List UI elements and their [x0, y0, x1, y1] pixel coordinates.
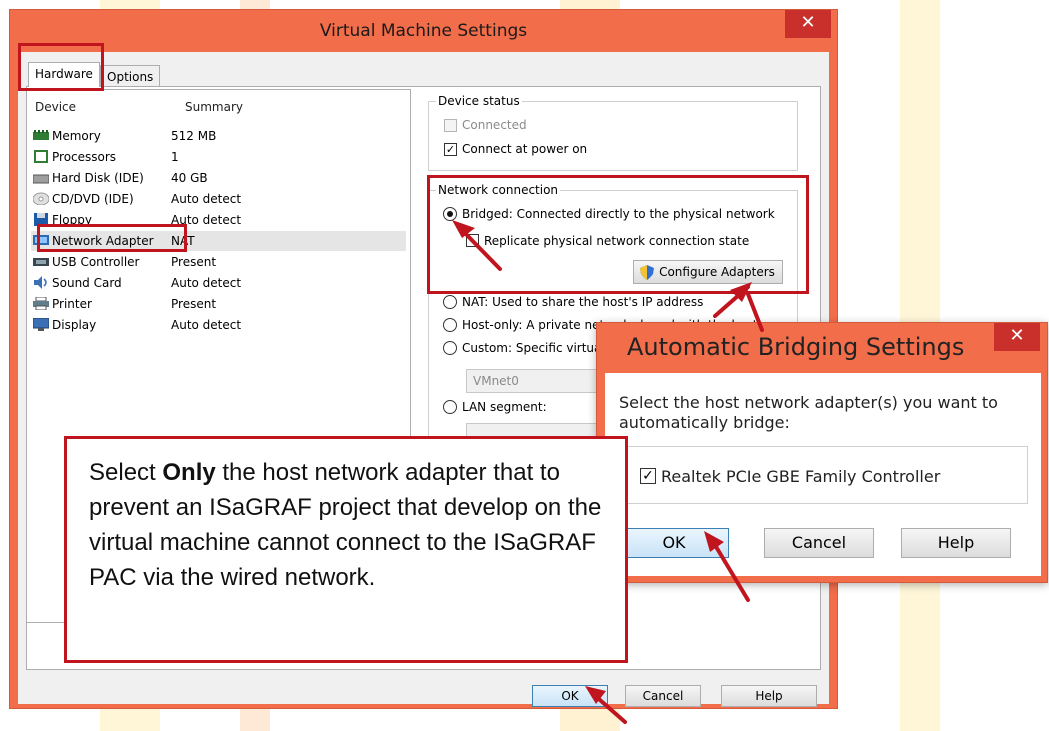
annotation-arrows — [452, 220, 764, 724]
arrow-to-dialog — [746, 292, 764, 332]
arrowhead-dialog-ok — [704, 531, 724, 552]
arrow-to-dialog-ok — [710, 538, 750, 602]
arrowhead-bridged — [452, 220, 475, 238]
arrow-to-bridged — [459, 227, 502, 271]
tab-hardware[interactable]: Hardware — [28, 62, 100, 87]
